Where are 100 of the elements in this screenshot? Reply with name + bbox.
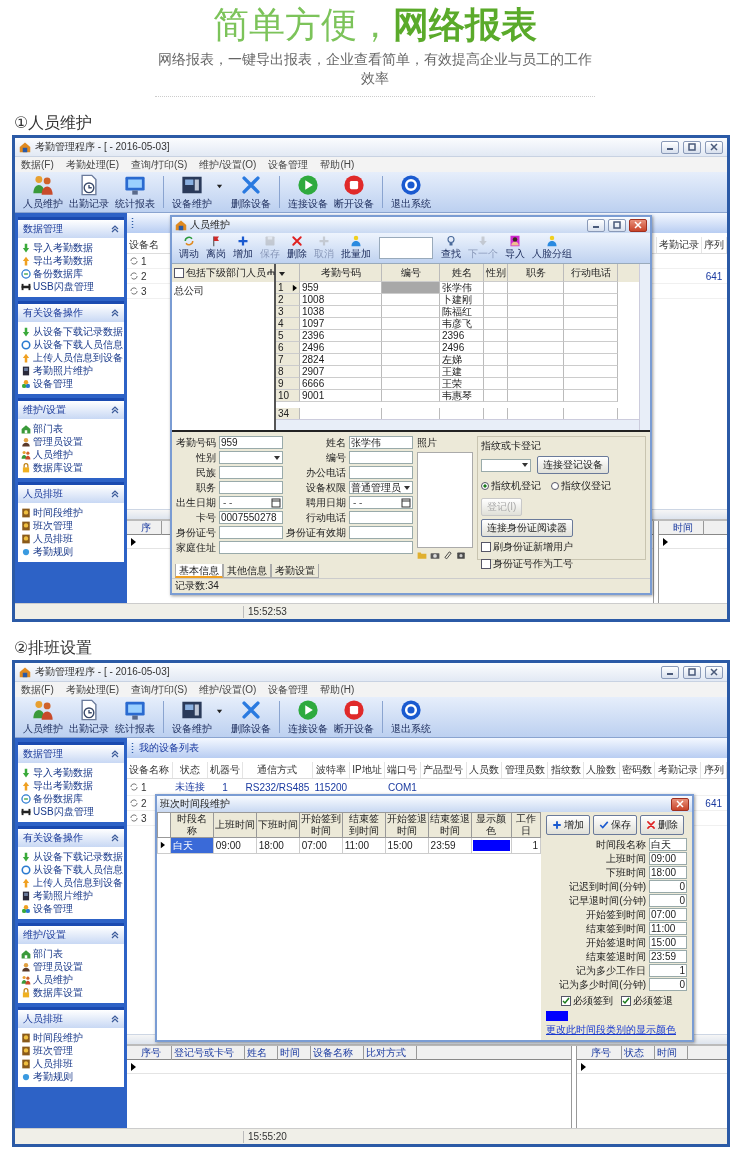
column-header[interactable]: 序 — [139, 520, 162, 535]
collapse-icon[interactable] — [111, 225, 119, 233]
tab[interactable]: 其他信息 — [223, 564, 271, 578]
minimize-button[interactable] — [661, 140, 679, 154]
toolbar-button[interactable]: 调动 — [176, 235, 202, 261]
row-header[interactable]: 4 — [276, 318, 300, 330]
column-header[interactable]: 序列 — [701, 237, 727, 254]
tab[interactable]: 考勤设置 — [271, 564, 319, 578]
sidebar-item[interactable]: 上传人员信息到设备 — [21, 876, 121, 889]
toolbar-button[interactable]: 增加 — [230, 235, 256, 261]
scrollbar[interactable] — [639, 264, 650, 430]
device-name[interactable]: 3 — [141, 812, 147, 824]
text-field[interactable] — [219, 526, 283, 539]
column-header[interactable]: 状态 — [622, 1045, 655, 1060]
tree-node[interactable]: 总公司 — [174, 285, 204, 296]
column-header[interactable]: 姓名 — [245, 1045, 278, 1060]
column-header[interactable]: 结束签退时间 — [428, 812, 472, 838]
select-field[interactable] — [481, 458, 531, 472]
toolbar-button[interactable]: 批量加 — [338, 235, 374, 261]
column-header[interactable]: 上班时间 — [213, 812, 257, 838]
close-button[interactable] — [671, 797, 689, 811]
collapse-icon[interactable] — [111, 406, 119, 414]
toolbar-button[interactable]: 设备维护 — [170, 172, 214, 212]
column-header[interactable]: 考勤号码 — [300, 264, 382, 282]
column-header[interactable]: 时段名称 — [170, 812, 214, 838]
row-header[interactable]: 3 — [276, 306, 300, 318]
column-header[interactable]: 设备名称 — [127, 762, 173, 779]
column-header[interactable]: 行动电话 — [564, 264, 618, 282]
sidebar-item[interactable]: 从设备下载人员信息 — [21, 863, 121, 876]
text-field[interactable]: 0 — [649, 894, 687, 907]
pencil-icon[interactable] — [443, 550, 453, 560]
menu-item[interactable]: 考勤处理(E) — [65, 682, 120, 697]
toolbar-button[interactable]: 出勤记录 — [67, 697, 111, 737]
text-field[interactable] — [349, 526, 413, 539]
toolbar-button[interactable]: 出勤记录 — [67, 172, 111, 212]
checkbox[interactable]: 刷身份证新增用户 — [481, 540, 642, 554]
column-header[interactable]: 显示颜色 — [471, 812, 512, 838]
text-field[interactable] — [349, 466, 413, 479]
radio-button[interactable]: 指纹机登记 — [481, 479, 541, 493]
panel-header[interactable]: 有关设备操作 — [18, 829, 124, 847]
minimize-button[interactable] — [661, 665, 679, 679]
sidebar-item[interactable]: 考勤照片维护 — [21, 364, 121, 377]
column-header[interactable]: 时间 — [278, 1045, 311, 1060]
close-button[interactable] — [629, 218, 647, 232]
column-header[interactable]: IP地址 — [349, 762, 385, 779]
action-button[interactable]: 保存 — [593, 815, 637, 835]
column-header[interactable]: 时间 — [671, 520, 704, 535]
text-field[interactable]: 11:00 — [649, 922, 687, 935]
row-header[interactable]: 6 — [276, 342, 300, 354]
sidebar-item[interactable]: USB闪盘管理 — [21, 280, 121, 293]
column-header[interactable]: 指纹数 — [547, 762, 584, 779]
text-field[interactable]: 18:00 — [649, 866, 687, 879]
menu-item[interactable]: 帮助(H) — [320, 682, 355, 697]
column-header[interactable]: 时间 — [655, 1045, 688, 1060]
column-header[interactable]: 密码数 — [619, 762, 655, 779]
collapse-icon[interactable] — [111, 750, 119, 758]
radio-button[interactable]: 指纹仪登记 — [551, 479, 611, 493]
minimize-button[interactable] — [587, 218, 605, 232]
column-header[interactable]: 状态 — [172, 762, 208, 779]
collapse-icon[interactable] — [111, 490, 119, 498]
toolbar-button[interactable]: 删除设备 — [229, 697, 273, 737]
panel-header[interactable]: 维护/设置 — [18, 926, 124, 944]
column-header[interactable]: 考勤记录 — [654, 762, 701, 779]
scanner-icon[interactable] — [456, 550, 466, 560]
menu-item[interactable]: 帮助(H) — [320, 157, 355, 172]
sidebar-item[interactable]: USB闪盘管理 — [21, 805, 121, 818]
toolbar-button[interactable]: 删除 — [284, 235, 310, 261]
connect-button[interactable]: 连接登记设备 — [537, 456, 609, 474]
sidebar-item[interactable]: 管理员设置 — [21, 435, 121, 448]
row-header[interactable]: 34 — [276, 408, 300, 420]
sidebar-item[interactable]: 管理员设置 — [21, 960, 121, 973]
column-header[interactable]: 机器号 — [207, 762, 243, 779]
scrollbar[interactable] — [276, 419, 640, 430]
column-header[interactable]: 人脸数 — [583, 762, 620, 779]
sidebar-item[interactable]: 导入考勤数据 — [21, 766, 121, 779]
sidebar-item[interactable]: 数据库设置 — [21, 461, 121, 474]
sidebar-item[interactable]: 人员排班 — [21, 532, 121, 545]
device-name[interactable]: 1 — [141, 255, 147, 267]
menu-item[interactable]: 查询/打印(S) — [131, 682, 188, 697]
column-header[interactable]: 序号 — [589, 1045, 622, 1060]
date-field[interactable]: - - — [349, 496, 413, 509]
column-header[interactable]: 波特率 — [312, 762, 350, 779]
action-button[interactable]: 删除 — [640, 815, 684, 835]
column-header[interactable]: 职务 — [508, 264, 564, 282]
maximize-button[interactable] — [683, 665, 701, 679]
menu-item[interactable]: 数据(F) — [21, 682, 54, 697]
text-field[interactable]: 959 — [219, 436, 283, 449]
text-field[interactable]: 白天 — [649, 838, 687, 851]
panel-header[interactable]: 数据管理 — [18, 220, 124, 238]
row-header[interactable]: 1 — [276, 282, 300, 294]
select-field[interactable] — [219, 451, 283, 464]
row-header[interactable]: 7 — [276, 354, 300, 366]
sidebar-item[interactable]: 备份数据库 — [21, 267, 121, 280]
select-field[interactable]: 普通管理员 — [349, 481, 413, 494]
row-header[interactable]: 2 — [276, 294, 300, 306]
panel-header[interactable]: 数据管理 — [18, 745, 124, 763]
column-header[interactable]: 序列 — [700, 762, 727, 779]
checkbox[interactable]: 必须签到 — [560, 994, 613, 1008]
sidebar-item[interactable]: 考勤规则 — [21, 1070, 121, 1083]
toolbar-button[interactable]: 导入 — [502, 235, 528, 261]
